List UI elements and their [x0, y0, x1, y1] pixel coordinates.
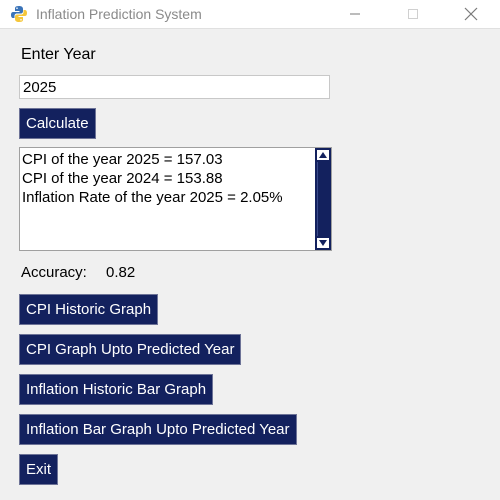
calculate-button[interactable]: Calculate [19, 108, 96, 139]
output-line-cpi-previous: CPI of the year 2024 = 153.88 [22, 170, 223, 187]
inflation-predicted-bar-graph-button[interactable]: Inflation Bar Graph Upto Predicted Year [19, 414, 297, 445]
output-lines: CPI of the year 2025 = 157.03 CPI of the… [22, 150, 312, 207]
cpi-historic-graph-button[interactable]: CPI Historic Graph [19, 294, 159, 325]
minimize-icon [350, 13, 360, 15]
scroll-up-icon [319, 152, 327, 158]
accuracy-value: 0.82 [106, 264, 136, 281]
output-line-inflation-rate: Inflation Rate of the year 2025 = 2.05% [22, 189, 283, 206]
close-icon [464, 7, 478, 21]
exit-button[interactable]: Exit [19, 454, 59, 485]
output-text-area[interactable]: CPI of the year 2025 = 157.03 CPI of the… [19, 147, 332, 251]
year-input[interactable] [19, 75, 330, 99]
output-scrollbar[interactable] [315, 148, 331, 250]
scroll-down-button[interactable] [317, 238, 329, 248]
scroll-up-button[interactable] [317, 150, 329, 160]
output-line-cpi-current: CPI of the year 2025 = 157.03 [22, 151, 223, 168]
cpi-predicted-graph-button[interactable]: CPI Graph Upto Predicted Year [19, 334, 242, 365]
app-window: Inflation Prediction System Enter Year C… [0, 0, 500, 500]
python-logo-icon [11, 6, 27, 22]
scroll-thumb[interactable] [317, 162, 329, 236]
close-button[interactable] [448, 0, 494, 28]
title-bar[interactable]: Inflation Prediction System [0, 0, 500, 29]
scroll-down-icon [319, 240, 327, 246]
enter-year-label: Enter Year [21, 46, 96, 63]
window-title: Inflation Prediction System [36, 6, 202, 22]
inflation-historic-bar-graph-button[interactable]: Inflation Historic Bar Graph [19, 374, 214, 405]
maximize-button[interactable] [390, 0, 436, 28]
maximize-icon [408, 9, 418, 19]
minimize-button[interactable] [332, 0, 378, 28]
accuracy-label: Accuracy: [21, 264, 87, 281]
